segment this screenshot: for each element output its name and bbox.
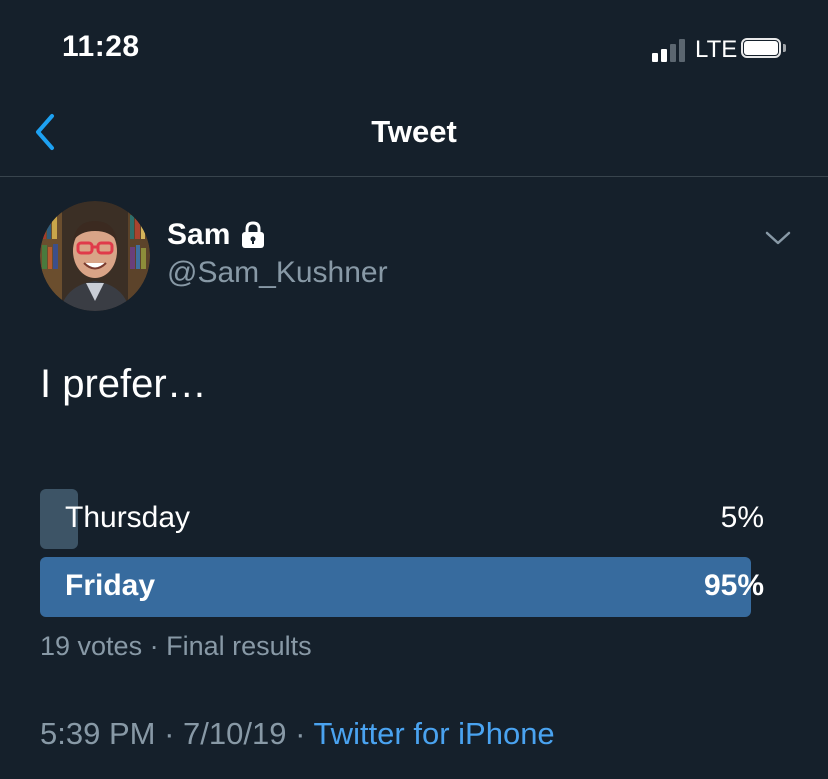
separator: · [155,716,184,751]
status-bar: 11:28 LTE [0,0,828,96]
tweet-source-link[interactable]: Twitter for iPhone [313,716,554,751]
poll-option-percent: 95% [703,569,764,602]
lock-icon [240,221,266,249]
separator: · [142,631,167,661]
poll-results-meta: 19 votes · Final results [40,631,312,662]
poll-status: Final results [166,631,312,661]
signal-strength-icon [652,38,688,62]
page-title: Tweet [371,114,457,149]
chevron-down-icon [765,231,791,245]
network-type: LTE [695,36,738,63]
battery-icon [741,38,787,62]
avatar[interactable] [40,201,150,311]
nav-bar: Tweet [0,96,828,177]
poll-vote-count: 19 votes [40,631,143,661]
poll-option-percent: 5% [720,501,764,534]
poll-option-friday: Friday 95% [40,557,788,617]
status-time: 11:28 [62,30,140,63]
author-name-row[interactable]: Sam [167,216,266,254]
poll-option-label: Friday [65,569,156,602]
separator: · [286,716,314,751]
tweet-date: 7/10/19 [183,716,287,751]
tweet-options-button[interactable] [764,228,792,248]
tweet-time: 5:39 PM [40,716,156,751]
author-handle[interactable]: @Sam_Kushner [167,256,388,290]
author-name: Sam [167,218,231,251]
poll-option-label: Thursday [65,501,191,534]
tweet-meta: 5:39 PM · 7/10/19 · Twitter for iPhone [40,716,555,752]
tweet-screen: 11:28 LTE Tweet Sam @Sam_Kushner I prefe… [0,0,828,779]
poll-option-thursday: Thursday 5% [40,489,788,549]
tweet-text: I prefer… [40,362,207,406]
